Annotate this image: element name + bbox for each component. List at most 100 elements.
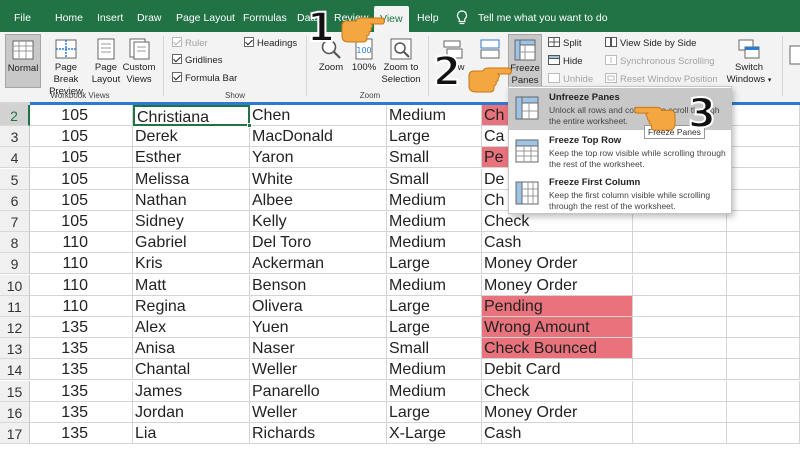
gridlines-checkbox[interactable]: Gridlines [172, 54, 223, 67]
cell-empty[interactable] [633, 253, 727, 274]
cell-first-name[interactable]: Matt [133, 275, 250, 296]
unhide-button[interactable]: Unhide [548, 73, 593, 86]
cell-size[interactable]: Medium [387, 211, 482, 232]
row-header[interactable]: 14 [0, 359, 30, 380]
custom-views-button[interactable]: Custom Views [122, 34, 156, 88]
row-header[interactable]: 12 [0, 317, 30, 338]
cell-size[interactable]: Medium [387, 275, 482, 296]
cell-empty[interactable] [633, 317, 727, 338]
cell-size[interactable]: Small [387, 169, 482, 190]
freeze-first-column-option[interactable]: Freeze First Column Keep the first colum… [509, 173, 731, 215]
cell-size[interactable]: Large [387, 296, 482, 317]
cell-size[interactable]: Medium [387, 105, 482, 126]
cell-size[interactable]: Medium [387, 232, 482, 253]
row-header[interactable]: 6 [0, 190, 30, 211]
cell-empty[interactable] [727, 338, 800, 359]
cell-empty[interactable] [727, 402, 800, 423]
cell-first-name[interactable]: Derek [133, 126, 250, 147]
normal-view-button[interactable]: Normal [5, 34, 41, 88]
cell-empty[interactable] [727, 126, 800, 147]
headings-checkbox[interactable]: Headings [244, 37, 297, 50]
tab-home[interactable]: Home [55, 0, 83, 32]
cell-id[interactable]: 110 [30, 275, 133, 296]
row-header[interactable]: 4 [0, 147, 30, 168]
cell-last-name[interactable]: Benson [250, 275, 387, 296]
row-header[interactable]: 8 [0, 232, 30, 253]
cell-empty[interactable] [727, 381, 800, 402]
cell-empty[interactable] [727, 317, 800, 338]
cell-empty[interactable] [727, 211, 800, 232]
cell-empty[interactable] [633, 232, 727, 253]
cell-id[interactable]: 105 [30, 211, 133, 232]
cell-id[interactable]: 135 [30, 338, 133, 359]
cell-first-name[interactable]: Nathan [133, 190, 250, 211]
cell-size[interactable]: Large [387, 402, 482, 423]
cell-payment-status[interactable]: Money Order [482, 402, 633, 423]
row-header[interactable]: 10 [0, 275, 30, 296]
cell-last-name[interactable]: Ackerman [250, 253, 387, 274]
cell-first-name[interactable]: Sidney [133, 211, 250, 232]
cell-last-name[interactable]: Kelly [250, 211, 387, 232]
view-side-by-side-button[interactable]: View Side by Side [605, 37, 696, 50]
page-break-preview-button[interactable]: Page Break Preview [42, 34, 90, 97]
synchronous-scrolling-button[interactable]: Synchronous Scrolling [605, 55, 715, 68]
cell-first-name[interactable]: Gabriel [133, 232, 250, 253]
cell-payment-status[interactable]: Money Order [482, 275, 633, 296]
cell-empty[interactable] [727, 275, 800, 296]
row-header[interactable]: 11 [0, 296, 30, 317]
zoom-to-selection-button[interactable]: Zoom to Selection [380, 34, 422, 88]
cell-first-name[interactable]: Alex [133, 317, 250, 338]
cell-id[interactable]: 135 [30, 423, 133, 444]
cell-first-name[interactable]: James [133, 381, 250, 402]
row-header[interactable]: 2 [0, 105, 30, 126]
cell-payment-status[interactable]: Check [482, 381, 633, 402]
cell-empty[interactable] [633, 296, 727, 317]
cell-first-name[interactable]: Lia [133, 423, 250, 444]
cell-size[interactable]: X-Large [387, 423, 482, 444]
cell-id[interactable]: 135 [30, 381, 133, 402]
tab-file[interactable]: File [14, 0, 31, 32]
fill-handle[interactable] [247, 123, 252, 128]
cell-size[interactable]: Large [387, 253, 482, 274]
cell-id[interactable]: 110 [30, 296, 133, 317]
ruler-checkbox[interactable]: Ruler [172, 37, 208, 50]
cell-id[interactable]: 110 [30, 232, 133, 253]
cell-last-name[interactable]: Weller [250, 359, 387, 380]
row-header[interactable]: 13 [0, 338, 30, 359]
cell-last-name[interactable]: Del Toro [250, 232, 387, 253]
cell-payment-status[interactable]: Money Order [482, 253, 633, 274]
macros-button[interactable] [788, 34, 800, 88]
cell-empty[interactable] [727, 253, 800, 274]
cell-last-name[interactable]: Panarello [250, 381, 387, 402]
cell-empty[interactable] [727, 423, 800, 444]
cell-last-name[interactable]: Yaron [250, 147, 387, 168]
split-button[interactable]: Split [548, 37, 581, 50]
cell-size[interactable]: Medium [387, 359, 482, 380]
cell-id[interactable]: 135 [30, 402, 133, 423]
row-header[interactable]: 9 [0, 253, 30, 274]
cell-empty[interactable] [633, 359, 727, 380]
cell-id[interactable]: 105 [30, 126, 133, 147]
row-header[interactable]: 16 [0, 402, 30, 423]
tab-insert[interactable]: Insert [97, 0, 123, 32]
cell-empty[interactable] [727, 296, 800, 317]
tab-page-layout[interactable]: Page Layout [176, 0, 235, 32]
cell-payment-status[interactable]: Debit Card [482, 359, 633, 380]
cell-empty[interactable] [633, 402, 727, 423]
cell-empty[interactable] [727, 169, 800, 190]
tell-me-search[interactable]: Tell me what you want to do [478, 0, 608, 36]
cell-empty[interactable] [633, 381, 727, 402]
cell-size[interactable]: Small [387, 338, 482, 359]
cell-payment-status[interactable]: Cash [482, 423, 633, 444]
cell-id[interactable]: 105 [30, 169, 133, 190]
cell-empty[interactable] [727, 105, 800, 126]
hide-button[interactable]: Hide [548, 55, 583, 68]
cell-empty[interactable] [727, 232, 800, 253]
row-header[interactable]: 15 [0, 381, 30, 402]
cell-payment-status[interactable]: Cash [482, 232, 633, 253]
page-layout-view-button[interactable]: Page Layout [91, 34, 121, 88]
cell-id[interactable]: 135 [30, 359, 133, 380]
cell-last-name[interactable]: Richards [250, 423, 387, 444]
cell-first-name[interactable]: Christiana [133, 105, 250, 126]
cell-last-name[interactable]: Albee [250, 190, 387, 211]
